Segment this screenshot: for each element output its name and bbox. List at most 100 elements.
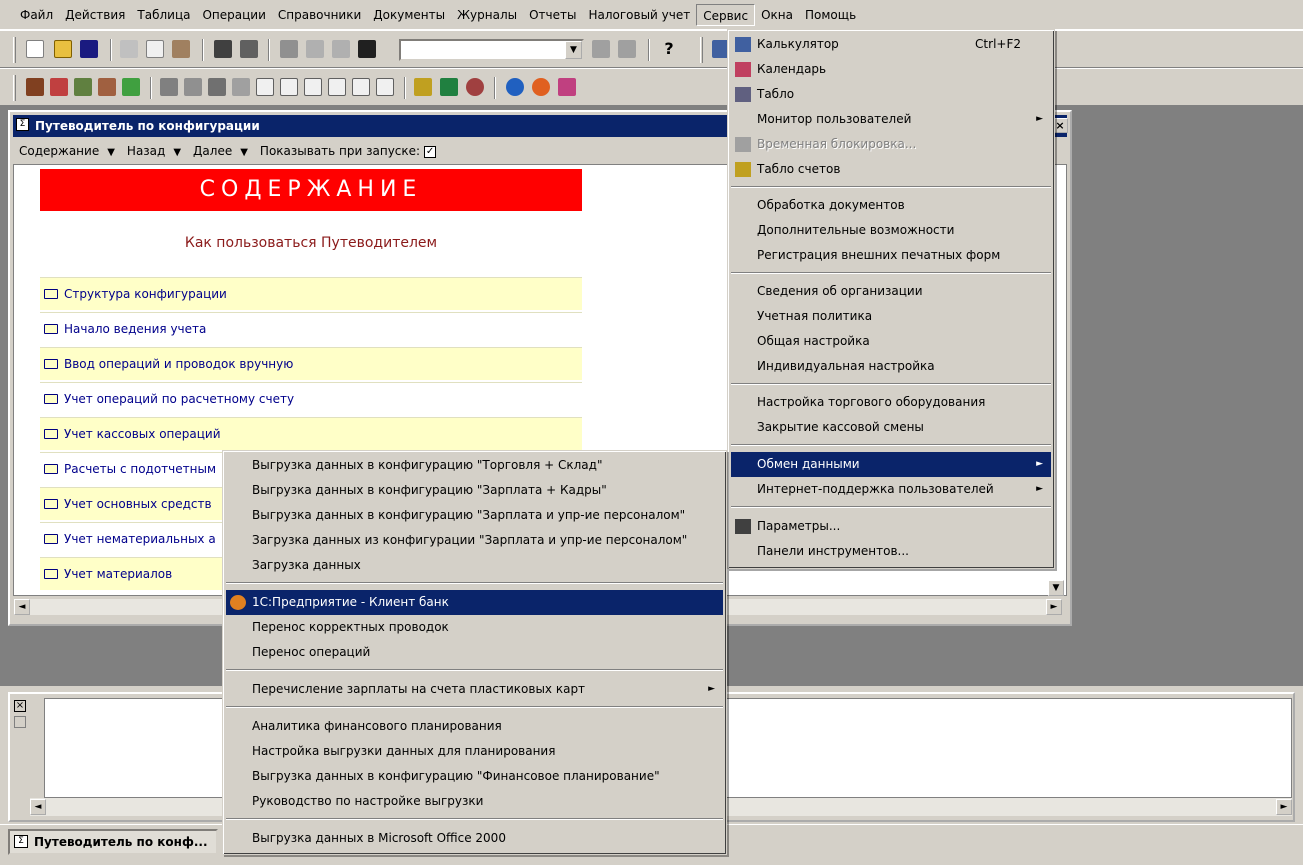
support-icon[interactable] — [532, 78, 550, 96]
menu-item-planning-export-settings[interactable]: Настройка выгрузки данных для планирован… — [226, 739, 723, 764]
globe-icon[interactable] — [506, 78, 524, 96]
menu-item-doc-processing[interactable]: Обработка документов — [731, 193, 1051, 218]
new-icon[interactable] — [26, 40, 44, 58]
goods-icon[interactable] — [122, 78, 140, 96]
menu-help[interactable]: Помощь — [799, 4, 862, 26]
chart-of-accounts-icon[interactable] — [26, 78, 44, 96]
menu-item-account-tablo[interactable]: Табло счетов — [731, 157, 1051, 182]
menu-item-close-cash-shift[interactable]: Закрытие кассовой смены — [731, 415, 1051, 440]
menu-item-data-exchange[interactable]: Обмен данными ► — [731, 452, 1051, 477]
journal-entries-icon[interactable] — [208, 78, 226, 96]
menu-item-tablo[interactable]: Табло — [731, 82, 1051, 107]
menu-service[interactable]: Сервис — [696, 3, 756, 26]
chevron-down-icon[interactable]: ▼ — [565, 41, 582, 59]
menu-item-general-settings[interactable]: Общая настройка — [731, 329, 1051, 354]
menu-item-export-office[interactable]: Выгрузка данных в Microsoft Office 2000 — [226, 826, 723, 851]
open-icon[interactable] — [54, 40, 72, 58]
pin-icon[interactable] — [14, 716, 26, 728]
scroll-down-icon[interactable]: ▼ — [1048, 580, 1064, 596]
analysis-icon[interactable] — [466, 78, 484, 96]
menu-windows[interactable]: Окна — [755, 4, 799, 26]
toc-item[interactable]: Начало ведения учета — [40, 312, 582, 345]
menu-item-import-hr[interactable]: Загрузка данных из конфигурации "Зарплат… — [226, 528, 723, 553]
toc-item[interactable]: Ввод операций и проводок вручную — [40, 347, 582, 380]
print-preview-icon[interactable] — [240, 40, 258, 58]
menu-item-accounting-policy[interactable]: Учетная политика — [731, 304, 1051, 329]
report-icon[interactable] — [376, 78, 394, 96]
menu-directories[interactable]: Справочники — [272, 4, 367, 26]
menu-operations[interactable]: Операции — [196, 4, 271, 26]
copy-icon[interactable] — [146, 40, 164, 58]
menu-item-org-info[interactable]: Сведения об организации — [731, 279, 1051, 304]
journal-bank-icon[interactable] — [232, 78, 250, 96]
menu-item-transfer-operations[interactable]: Перенос операций — [226, 640, 723, 665]
scroll-left-icon[interactable]: ◄ — [14, 599, 30, 615]
document-icon[interactable] — [328, 78, 346, 96]
menu-item-trade-equipment[interactable]: Настройка торгового оборудования — [731, 390, 1051, 415]
menu-item-extra-features[interactable]: Дополнительные возможности — [731, 218, 1051, 243]
window-icon[interactable]: Σ — [16, 118, 29, 131]
scroll-left-icon[interactable]: ◄ — [30, 799, 46, 815]
toc-item[interactable]: Учет операций по расчетному счету — [40, 382, 582, 415]
scroll-right-icon[interactable]: ► — [1276, 799, 1292, 815]
menu-documents[interactable]: Документы — [367, 4, 451, 26]
forward-dropdown[interactable]: Далее ▼ — [193, 144, 248, 158]
journal-icon[interactable] — [160, 78, 178, 96]
journal-operations-icon[interactable] — [184, 78, 202, 96]
subconto-icon[interactable] — [50, 78, 68, 96]
menu-item-export-hr[interactable]: Выгрузка данных в конфигурацию "Зарплата… — [226, 503, 723, 528]
menu-item-parameters[interactable]: Параметры... — [731, 514, 1051, 539]
menu-item-salary-cards[interactable]: Перечисление зарплаты на счета пластиков… — [226, 677, 723, 702]
menu-item-client-bank[interactable]: 1С:Предприятие - Клиент банк — [226, 590, 723, 615]
redo-icon[interactable] — [332, 40, 350, 58]
menu-item-internet-support[interactable]: Интернет-поддержка пользователей ► — [731, 477, 1051, 502]
menu-item-calculator[interactable]: Калькулятор Ctrl+F2 — [731, 32, 1051, 57]
menu-item-export-fin-planning[interactable]: Выгрузка данных в конфигурацию "Финансов… — [226, 764, 723, 789]
menu-table[interactable]: Таблица — [131, 4, 196, 26]
menu-journals[interactable]: Журналы — [451, 4, 523, 26]
menu-item-import-data[interactable]: Загрузка данных — [226, 553, 723, 578]
menu-item-export-trade[interactable]: Выгрузка данных в конфигурацию "Торговля… — [226, 453, 723, 478]
menu-item-toolbars[interactable]: Панели инструментов... — [731, 539, 1051, 564]
document-icon[interactable] — [304, 78, 322, 96]
properties-icon[interactable] — [280, 40, 298, 58]
find-prev-icon[interactable] — [618, 40, 636, 58]
close-icon[interactable]: × — [14, 700, 26, 712]
menu-item-export-salary[interactable]: Выгрузка данных в конфигурацию "Зарплата… — [226, 478, 723, 503]
save-icon[interactable] — [80, 40, 98, 58]
menu-item-individual-settings[interactable]: Индивидуальная настройка — [731, 354, 1051, 379]
show-on-start-checkbox[interactable]: ✓ — [424, 145, 437, 158]
menu-item-export-guide[interactable]: Руководство по настройке выгрузки — [226, 789, 723, 814]
calendar-toolbar-icon[interactable] — [558, 78, 576, 96]
document-icon[interactable] — [256, 78, 274, 96]
toolbar-grip[interactable] — [700, 37, 703, 63]
print-icon[interactable] — [214, 40, 232, 58]
wizard-icon[interactable] — [414, 78, 432, 96]
catalog-icon[interactable] — [74, 78, 92, 96]
menu-actions[interactable]: Действия — [59, 4, 131, 26]
menu-item-user-monitor[interactable]: Монитор пользователей ► — [731, 107, 1051, 132]
howto-link[interactable]: Как пользоваться Путеводителем — [40, 235, 582, 251]
balance-icon[interactable] — [440, 78, 458, 96]
contractors-icon[interactable] — [98, 78, 116, 96]
find-icon[interactable] — [358, 40, 376, 58]
contents-dropdown[interactable]: Содержание ▼ — [19, 144, 115, 158]
menu-item-transfer-entries[interactable]: Перенос корректных проводок — [226, 615, 723, 640]
menu-file[interactable]: Файл — [14, 4, 59, 26]
toolbar-grip[interactable] — [13, 37, 16, 63]
cut-icon[interactable] — [120, 40, 138, 58]
scroll-right-icon[interactable]: ► — [1046, 599, 1062, 615]
document-icon[interactable] — [280, 78, 298, 96]
menu-reports[interactable]: Отчеты — [523, 4, 582, 26]
document-icon[interactable] — [352, 78, 370, 96]
paste-icon[interactable] — [172, 40, 190, 58]
menu-item-external-forms[interactable]: Регистрация внешних печатных форм — [731, 243, 1051, 268]
help-icon[interactable]: ? — [660, 40, 678, 58]
taskbar-guide-button[interactable]: Σ Путеводитель по конф... — [8, 829, 218, 855]
toc-item[interactable]: Структура конфигурации — [40, 277, 582, 310]
menu-item-calendar[interactable]: Календарь — [731, 57, 1051, 82]
toc-item[interactable]: Учет кассовых операций — [40, 417, 582, 450]
back-dropdown[interactable]: Назад ▼ — [127, 144, 181, 158]
toolbar-grip[interactable] — [13, 75, 16, 101]
menu-item-fin-analytics[interactable]: Аналитика финансового планирования — [226, 714, 723, 739]
